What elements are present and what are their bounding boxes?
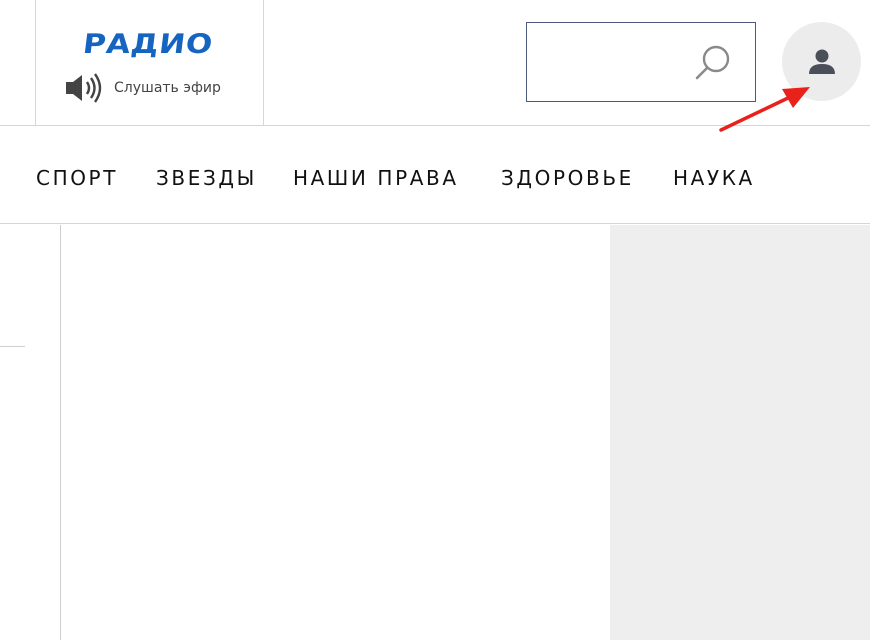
speaker-icon	[66, 73, 102, 103]
listen-live-label: Слушать эфир	[114, 80, 221, 96]
nav-item-rights[interactable]: НАШИ ПРАВА	[293, 166, 459, 190]
search-input[interactable]	[535, 41, 685, 81]
content-main	[61, 225, 610, 640]
left-divider	[0, 346, 25, 347]
search-icon[interactable]	[693, 43, 733, 83]
listen-live-link[interactable]: Слушать эфир	[65, 71, 221, 105]
radio-block: РАДИО Слушать эфир	[35, 0, 264, 126]
nav-item-sport[interactable]: СПОРТ	[36, 166, 118, 190]
radio-logo[interactable]: РАДИО	[81, 29, 214, 60]
side-panel	[610, 225, 870, 640]
nav-item-science[interactable]: НАУКА	[673, 166, 755, 190]
nav-item-health[interactable]: ЗДОРОВЬЕ	[501, 166, 634, 190]
nav-item-stars[interactable]: ЗВЕЗДЫ	[156, 166, 257, 190]
user-icon	[809, 49, 835, 74]
main-nav: СПОРТ ЗВЕЗДЫ НАШИ ПРАВА ЗДОРОВЬЕ НАУКА	[0, 126, 870, 224]
